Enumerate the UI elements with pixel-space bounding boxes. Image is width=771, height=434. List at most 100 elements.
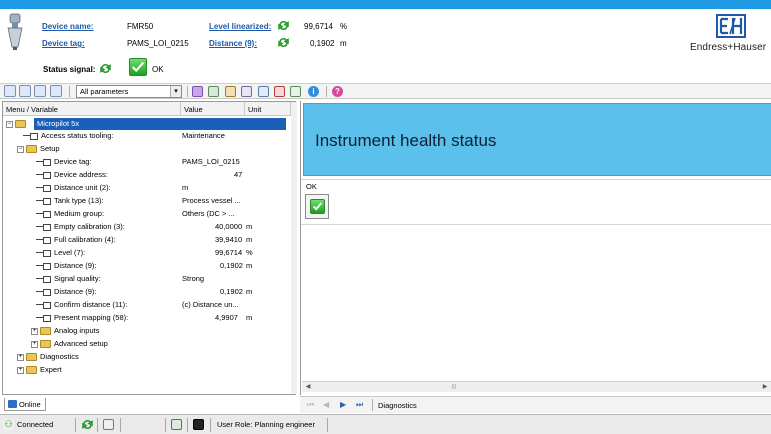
health-banner: Instrument health status — [303, 103, 771, 176]
parameter-tree-panel: Menu / Variable Value Unit − Micropilot 5… — [2, 101, 297, 395]
tree-row-parameter[interactable]: Confirm distance (11): — [36, 299, 127, 311]
tree-row-label: Access status tooling: — [41, 131, 114, 140]
calendar-icon[interactable] — [225, 86, 236, 97]
expand-icon[interactable]: + — [31, 327, 38, 335]
tree-row-folder[interactable]: + Diagnostics — [17, 351, 79, 363]
diagnosis-icon[interactable] — [192, 86, 203, 97]
online-icon — [8, 400, 17, 408]
tree-row-value: 40,0000 — [215, 222, 243, 231]
status-signal-value: OK — [152, 65, 164, 74]
sparkle-icon[interactable] — [274, 86, 285, 97]
tree-row-folder[interactable]: + Expert — [17, 364, 62, 376]
scroll-right-icon[interactable]: ▶ — [761, 383, 769, 391]
tree-row-value: 4,9907 — [215, 313, 238, 322]
tree-row-parameter[interactable]: Empty calibration (3): — [36, 221, 125, 233]
tree-row-parameter[interactable]: Medium group: — [36, 208, 104, 220]
tree-row-parameter[interactable]: Access status tooling: — [23, 130, 114, 142]
collapse-icon[interactable]: − — [17, 145, 24, 153]
tree-row-label: Device address: — [54, 170, 108, 179]
toolbar-separator — [326, 86, 327, 97]
tree-row-folder[interactable]: + Analog inputs — [31, 325, 99, 337]
column-header-unit[interactable]: Unit — [245, 102, 291, 116]
tree-row-parameter[interactable]: Level (7): — [36, 247, 85, 259]
ok-status-tile[interactable] — [305, 194, 329, 219]
tree-row-unit: m — [246, 287, 253, 296]
info-icon[interactable]: i — [308, 86, 319, 97]
checklist-icon[interactable] — [208, 86, 219, 97]
expand-icon[interactable]: + — [17, 353, 24, 361]
tree-row-folder[interactable]: − Setup — [17, 143, 60, 155]
distance-value: 0,1902 — [310, 39, 335, 48]
divider — [301, 224, 771, 225]
tree-row-unit: m — [246, 222, 253, 231]
layout-split-button[interactable] — [34, 85, 46, 97]
level-linearized-label[interactable]: Level linearized: — [209, 22, 271, 31]
tree-row-parameter[interactable]: Distance (9): — [36, 286, 97, 298]
collapse-icon[interactable]: − — [6, 120, 13, 128]
tree-row-unit: m — [246, 261, 253, 270]
tree-row-parameter[interactable]: Device tag: — [36, 156, 92, 168]
tree-row-folder[interactable]: + Advanced setup — [31, 338, 108, 350]
expand-icon[interactable]: + — [17, 366, 24, 374]
tree-row-label: Device tag: — [54, 157, 92, 166]
tree-row-unit: m — [246, 313, 253, 322]
arrow-right-icon[interactable] — [290, 86, 301, 97]
tree-row-value: Strong — [182, 274, 205, 283]
status-separator — [75, 418, 76, 432]
horizontal-scrollbar[interactable]: ◀ ||| ▶ — [302, 381, 771, 392]
tree-scrollbar[interactable] — [291, 102, 297, 394]
help-icon[interactable]: ? — [332, 86, 343, 97]
scroll-thumb[interactable]: ||| — [452, 384, 458, 390]
refresh-icon[interactable] — [82, 419, 93, 430]
column-header-menu[interactable]: Menu / Variable — [3, 102, 181, 116]
column-header-value[interactable]: Value — [181, 102, 245, 116]
status-separator — [165, 418, 166, 432]
parameter-icon — [36, 224, 51, 232]
parameter-icon — [36, 159, 51, 167]
tree-row-parameter[interactable]: Present mapping (58): — [36, 312, 128, 324]
tree-row-parameter[interactable]: Distance unit (2): — [36, 182, 111, 194]
folder-open-icon — [15, 120, 26, 129]
tab-online[interactable]: Online — [4, 398, 46, 411]
tree-row-label: Distance (9): — [54, 261, 97, 270]
sync-icon — [278, 21, 289, 30]
print-icon[interactable] — [258, 86, 269, 97]
sync-icon — [100, 64, 111, 73]
expand-icon[interactable]: + — [31, 340, 38, 348]
folder-open-icon — [26, 145, 37, 154]
layout-list-button[interactable] — [50, 85, 62, 97]
device-name-label[interactable]: Device name: — [42, 22, 94, 31]
distance-label[interactable]: Distance (9): — [209, 39, 257, 48]
parameter-filter-value: All parameters — [80, 87, 129, 96]
first-page-icon[interactable]: ⏮ — [307, 400, 314, 410]
layout-tree-button[interactable] — [19, 85, 31, 97]
tree-row-device[interactable]: − Micropilot 5x — [6, 118, 286, 130]
tree-row-parameter[interactable]: Device address: — [36, 169, 108, 181]
home-button[interactable] — [4, 85, 16, 97]
tree-row-parameter[interactable]: Signal quality: — [36, 273, 101, 285]
status-separator — [187, 418, 188, 432]
device-tag-label[interactable]: Device tag: — [42, 39, 85, 48]
connection-status: Connected — [17, 420, 54, 429]
parameter-icon — [36, 302, 51, 310]
tree-row-label: Advanced setup — [54, 339, 108, 348]
monitor-icon — [193, 419, 204, 430]
scroll-left-icon[interactable]: ◀ — [304, 383, 312, 391]
tree-row-parameter[interactable]: Tank type (13): — [36, 195, 104, 207]
navigation-bar: ⏮ ◀ ▶ ⏭ Diagnostics — [300, 396, 771, 413]
chevron-down-icon[interactable]: ▾ — [170, 86, 181, 97]
previous-page-icon[interactable]: ◀ — [323, 400, 329, 409]
parameter-icon — [36, 289, 51, 297]
tree-row-parameter[interactable]: Distance (9): — [36, 260, 97, 272]
next-page-icon[interactable]: ▶ — [340, 400, 346, 409]
tree-row-value: Maintenance — [182, 131, 225, 140]
distance-unit: m — [340, 39, 347, 48]
parameter-icon — [36, 276, 51, 284]
tree-row-value: 39,9410 — [215, 235, 243, 244]
status-separator — [210, 418, 211, 432]
document-icon[interactable] — [241, 86, 252, 97]
parameter-filter-select[interactable]: All parameters ▾ — [76, 85, 182, 98]
parameter-icon — [36, 198, 51, 206]
tree-row-parameter[interactable]: Full calibration (4): — [36, 234, 116, 246]
last-page-icon[interactable]: ⏭ — [356, 400, 363, 410]
